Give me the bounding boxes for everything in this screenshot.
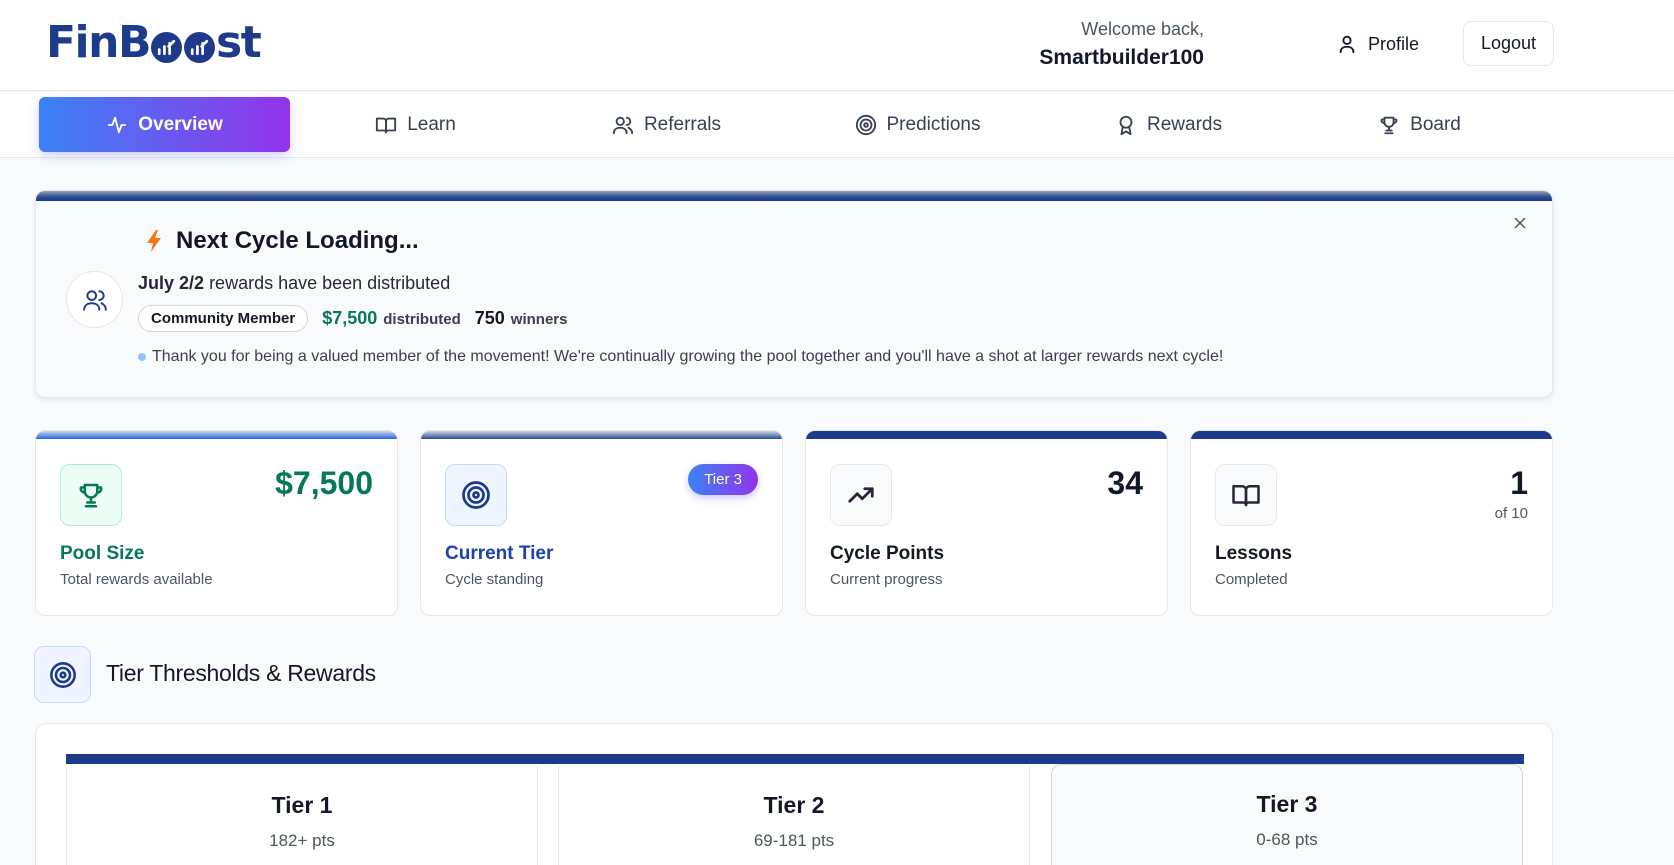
tab-label: Learn (407, 113, 456, 135)
app-header: FinB st Welcome back, Smartbuilder100 Pro… (0, 0, 1674, 91)
target-icon (49, 661, 76, 688)
lightning-icon (147, 230, 161, 252)
banner-note: Thank you for being a valued member of t… (138, 348, 1223, 366)
tier-card-1: Tier 1 182+ pts (66, 766, 538, 865)
profile-label: Profile (1368, 33, 1420, 54)
tier-card-2: Tier 2 69-181 pts (558, 766, 1030, 865)
tab-overview[interactable]: Overview (39, 97, 290, 152)
users-icon (612, 116, 634, 134)
current-tier-label: Current Tier (445, 543, 554, 564)
tab-learn[interactable]: Learn (290, 97, 541, 152)
trending-up-icon (848, 487, 874, 503)
close-banner-button[interactable] (1511, 214, 1529, 237)
cycle-points-desc: Current progress (830, 571, 943, 588)
tab-label: Referrals (643, 113, 722, 135)
community-member-chip: Community Member (138, 305, 309, 332)
tab-label: Predictions (886, 113, 981, 135)
tab-label: Rewards (1147, 113, 1222, 135)
tab-referrals[interactable]: Referrals (541, 97, 792, 152)
lessons-label: Lessons (1215, 543, 1293, 564)
community-avatar (66, 271, 123, 328)
points-icon-box (830, 464, 892, 526)
cycle-points-card: 34 Cycle Points Current progress (805, 430, 1168, 616)
banner-title-text: Next Cycle Loading... (176, 227, 419, 254)
tier-name: Tier 2 (763, 792, 825, 818)
lessons-card: 1 of 10 Lessons Completed (1190, 430, 1553, 616)
banner-note-text: Thank you for being a valued member of t… (152, 348, 1224, 365)
activity-icon (108, 116, 127, 133)
logo-chart-o-icon-2 (184, 31, 215, 63)
cycle-status: July 2/2 rewards have been distributed (138, 273, 450, 294)
pool-icon-box (60, 464, 122, 526)
banner-title: Next Cycle Loading... (144, 227, 419, 255)
tier-card-3-current: Tier 3 0-68 pts (1051, 764, 1523, 865)
username: Smartbuilder100 (1039, 46, 1204, 69)
winners-count: 750 (474, 308, 505, 328)
tier-points: 69-181 pts (753, 831, 835, 850)
profile-button[interactable]: Profile (1336, 28, 1419, 60)
current-tier-card: Tier 3 Current Tier Cycle standing (420, 430, 783, 616)
tier-name: Tier 3 (1256, 791, 1318, 817)
distributed-label: distributed (383, 311, 461, 328)
tier-points: 0-68 pts (1256, 830, 1318, 849)
book-icon (1232, 485, 1260, 507)
tier-accent-bar (66, 754, 1524, 764)
tab-predictions[interactable]: Predictions (792, 97, 1043, 152)
next-cycle-banner: Next Cycle Loading... July 2/2 rewards h… (35, 190, 1553, 398)
award-icon (1119, 115, 1133, 135)
tier-name: Tier 1 (271, 792, 333, 818)
tab-board[interactable]: Board (1294, 97, 1545, 152)
distributed-amount: $7,500 (322, 308, 378, 328)
welcome-line: Welcome back, (1081, 19, 1204, 39)
cycle-points-label: Cycle Points (830, 543, 945, 564)
banner-accent-bar (36, 191, 1552, 201)
trophy-icon (79, 483, 103, 508)
tab-label: Board (1410, 113, 1461, 135)
distributed-stat: $7,500 distributed (322, 308, 461, 329)
cycle-points-value: 34 (1107, 465, 1143, 501)
pool-size-desc: Total rewards available (60, 571, 213, 588)
trophy-icon (1380, 116, 1398, 134)
card-accent-bar (1191, 431, 1552, 439)
cycle-status-text: rewards have been distributed (209, 273, 451, 293)
pool-size-card: $7,500 Pool Size Total rewards available (35, 430, 398, 616)
book-icon (376, 117, 397, 133)
pool-size-value: $7,500 (275, 465, 373, 501)
card-accent-bar (806, 431, 1167, 439)
lessons-desc: Completed (1215, 571, 1288, 588)
tab-label: Overview (138, 113, 223, 135)
lessons-value: 1 (1510, 465, 1528, 501)
current-tier-desc: Cycle standing (445, 571, 544, 588)
banner-stats: Community Member $7,500 distributed 750 … (138, 305, 567, 332)
winners-stat: 750 winners (475, 308, 568, 329)
tier-points: 182+ pts (269, 831, 335, 850)
lessons-total: of 10 (1494, 505, 1528, 522)
winners-label: winners (510, 311, 568, 328)
tier-icon-box (445, 464, 507, 526)
card-accent-bar (36, 431, 397, 439)
finboost-logo[interactable]: FinB st (46, 16, 262, 70)
tier-section-icon-box (34, 646, 91, 703)
tier-badge: Tier 3 (688, 464, 758, 495)
bullet-dot (138, 353, 146, 361)
target-icon (855, 114, 876, 135)
users-icon (82, 289, 107, 311)
welcome-block: Welcome back, Smartbuilder100 (1039, 18, 1204, 73)
cycle-label: July 2/2 (138, 273, 205, 293)
main-nav: Overview Learn Referrals Predictions Rew… (0, 92, 1674, 158)
tab-rewards[interactable]: Rewards (1043, 97, 1294, 152)
lessons-icon-box (1215, 464, 1277, 526)
logout-button[interactable]: Logout (1463, 21, 1554, 66)
pool-size-label: Pool Size (60, 543, 145, 564)
close-icon (1514, 217, 1526, 229)
tier-section-title: Tier Thresholds & Rewards (106, 660, 376, 686)
target-icon (462, 481, 490, 509)
tier-thresholds-panel: Tier 1 182+ pts Tier 2 69-181 pts Tier 3… (35, 723, 1553, 865)
card-accent-bar (421, 431, 782, 439)
logo-chart-o-icon (151, 31, 182, 63)
user-icon (1339, 35, 1355, 54)
